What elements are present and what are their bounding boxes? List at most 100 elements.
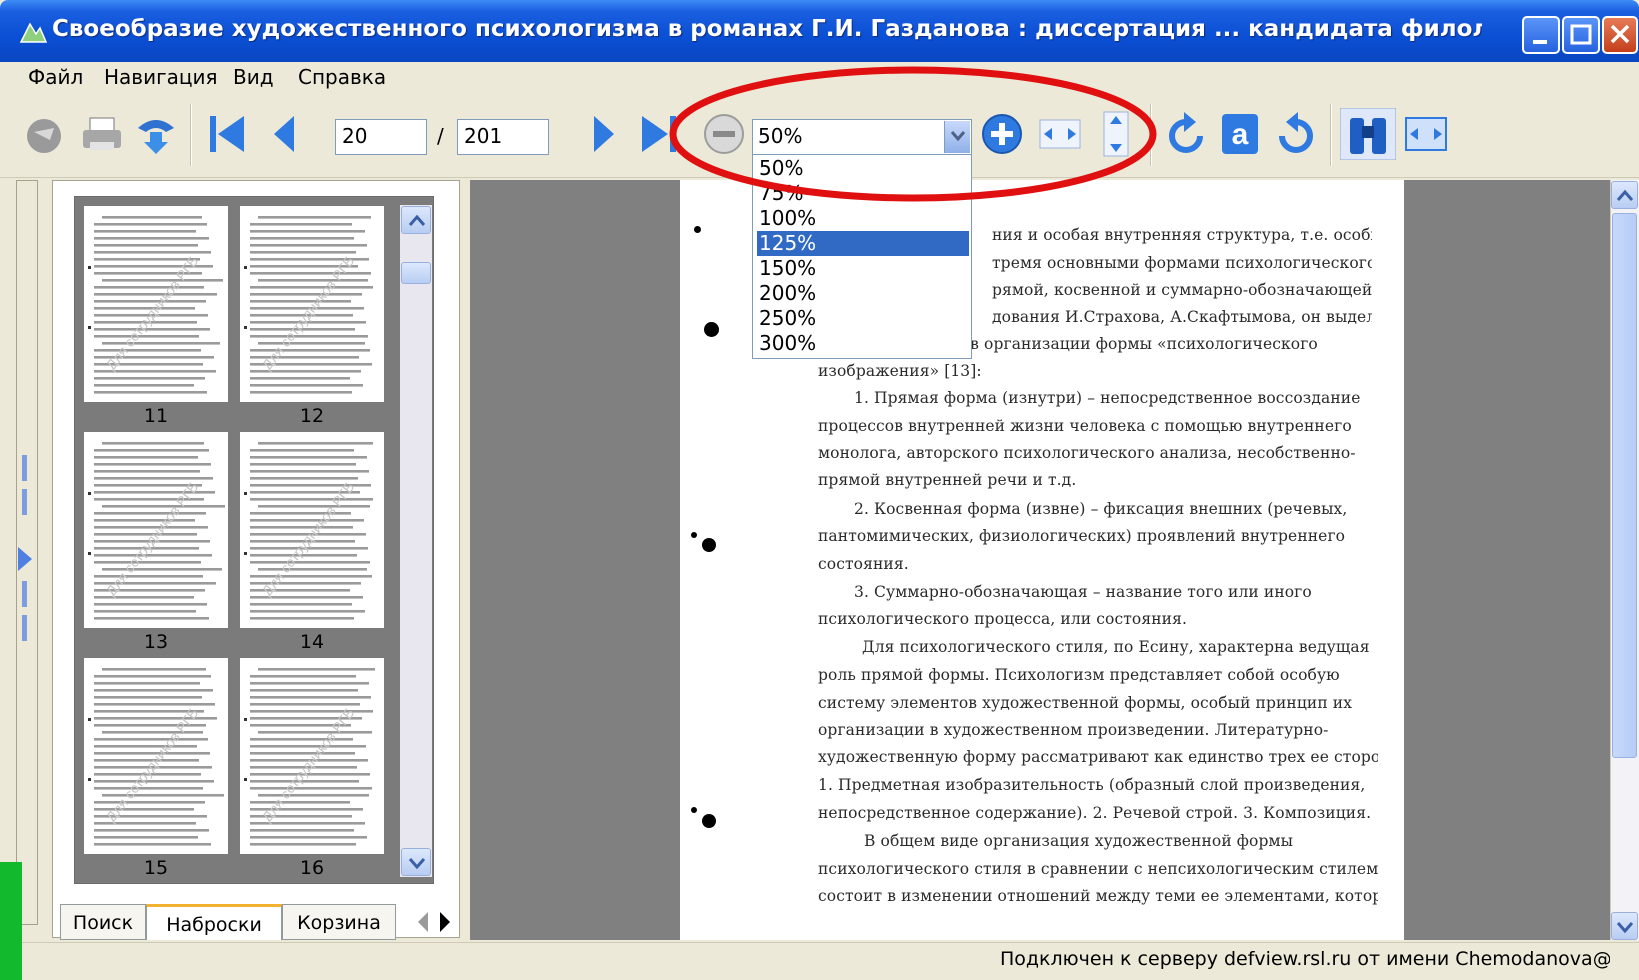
document-text-line: систему элементов художественной формы, … bbox=[818, 694, 1353, 712]
zoom-option[interactable]: 250% bbox=[757, 306, 969, 331]
close-icon bbox=[1610, 24, 1630, 44]
tab-sketches[interactable]: Наброски bbox=[146, 904, 282, 940]
page-thumbnail[interactable]: Для сотрудников РГБ bbox=[240, 432, 384, 628]
document-text-line: прямой внутренней речи и т.д. bbox=[818, 471, 1077, 489]
thumbnail-page-image: Для сотрудников РГБ bbox=[88, 216, 223, 394]
text-mode-icon[interactable]: a bbox=[1216, 110, 1264, 158]
toolbar-separator bbox=[190, 104, 192, 166]
thumbnail-page-number: 14 bbox=[299, 631, 325, 653]
document-text-line: 1. Предметная изобразительность (образны… bbox=[818, 776, 1366, 794]
toolbar-separator bbox=[1330, 104, 1332, 166]
zoom-option[interactable]: 150% bbox=[757, 256, 969, 281]
two-page-icon[interactable] bbox=[1402, 110, 1450, 158]
rail-marks bbox=[18, 455, 32, 641]
window-title: Своеобразие художественного психологизма… bbox=[52, 16, 1482, 42]
bullet-dot bbox=[704, 322, 719, 337]
thumbnail-page-image: Для сотрудников РГБ bbox=[88, 442, 225, 620]
maximize-button[interactable] bbox=[1562, 16, 1600, 54]
total-pages-field: 201 bbox=[457, 119, 549, 155]
document-text-line: монолога, авторского психологического ан… bbox=[818, 444, 1356, 462]
zoom-option[interactable]: 200% bbox=[757, 281, 969, 306]
page-thumbnail[interactable]: Для сотрудников РГБ bbox=[240, 206, 384, 402]
minimize-button[interactable] bbox=[1522, 16, 1560, 54]
svg-text:Для сотрудников РГБ: Для сотрудников РГБ bbox=[103, 253, 202, 373]
bullet-dot bbox=[691, 807, 697, 813]
svg-text:Для сотрудников РГБ: Для сотрудников РГБ bbox=[103, 705, 202, 825]
menu-view[interactable]: Вид bbox=[233, 62, 274, 92]
document-text-line: 1. Прямая форма (изнутри) – непосредстве… bbox=[854, 389, 1361, 407]
thumbnail-scroll-thumb[interactable] bbox=[401, 262, 431, 284]
rotate-left-icon[interactable] bbox=[1162, 110, 1210, 158]
print-icon[interactable] bbox=[78, 110, 126, 158]
tab-cart[interactable]: Корзина bbox=[282, 904, 396, 940]
chevron-up-icon bbox=[1616, 189, 1634, 201]
previous-page-icon[interactable] bbox=[262, 110, 310, 158]
tab-scroll-arrows[interactable] bbox=[410, 908, 458, 936]
rotate-right-icon[interactable] bbox=[1272, 110, 1320, 158]
thumbnail-page-image: Для сотрудников РГБ bbox=[88, 668, 224, 846]
thumbnail-page-number: 15 bbox=[143, 857, 169, 879]
thumbnail-page-image: Для сотрудников РГБ bbox=[244, 668, 375, 846]
thumbnail-scrollbar[interactable] bbox=[400, 205, 432, 877]
menu-help[interactable]: Справка bbox=[298, 62, 386, 92]
highlight-ellipse bbox=[669, 66, 1157, 202]
close-button[interactable] bbox=[1602, 16, 1638, 54]
doc-scroll-up-button[interactable] bbox=[1611, 181, 1638, 209]
thumbnail-page-number: 12 bbox=[299, 405, 325, 427]
document-text-line: Для психологического стиля, по Есину, ха… bbox=[862, 638, 1370, 656]
document-text-line: состоит в изменении отношений между теми… bbox=[818, 887, 1378, 905]
download-icon[interactable] bbox=[132, 110, 180, 158]
maximize-icon bbox=[1570, 24, 1592, 45]
document-scroll-thumb[interactable] bbox=[1612, 213, 1637, 758]
bullet-dot bbox=[702, 538, 716, 552]
svg-text:Для сотрудников РГБ: Для сотрудников РГБ bbox=[259, 479, 358, 599]
scroll-down-button[interactable] bbox=[401, 848, 431, 876]
document-text-line: дования И.Страхова, А.Скафтымова, он выд… bbox=[992, 308, 1372, 326]
svg-text:Для сотрудников РГБ: Для сотрудников РГБ bbox=[103, 479, 202, 599]
document-text-line: психологического стиля в сравнении с неп… bbox=[818, 860, 1378, 878]
doc-scroll-down-button[interactable] bbox=[1611, 912, 1638, 940]
chevron-up-icon bbox=[408, 214, 426, 226]
page-separator: / bbox=[437, 124, 444, 148]
tab-search[interactable]: Поиск bbox=[60, 904, 146, 940]
page-thumbnail[interactable]: Для сотрудников РГБ bbox=[84, 432, 228, 628]
document-text-line: психологического процесса, или состояния… bbox=[818, 610, 1188, 628]
document-text-line: роль прямой формы. Психологизм представл… bbox=[818, 666, 1340, 684]
document-text-line: непосредственное содержание). 2. Речевой… bbox=[818, 804, 1372, 822]
document-text-line: состояния. bbox=[818, 555, 909, 573]
minimize-icon bbox=[1533, 40, 1547, 44]
document-text-line: ния и особая внутренняя структура, т.е. … bbox=[992, 226, 1372, 244]
menu-file[interactable]: Файл bbox=[28, 62, 83, 92]
bullet-dot bbox=[694, 226, 701, 233]
chevron-down-icon bbox=[408, 858, 426, 870]
current-page-input[interactable]: 20 bbox=[335, 119, 427, 155]
status-text: Подключен к серверу defview.rsl.ru от им… bbox=[1000, 948, 1610, 970]
open-icon[interactable] bbox=[20, 110, 68, 158]
document-text-line: 3. Суммарно-обозначающая – название того… bbox=[854, 583, 1312, 601]
thumbnail-page-number: 11 bbox=[143, 405, 169, 427]
zoom-option[interactable]: 125% bbox=[757, 231, 969, 256]
document-text-line: художественную форму рассматривают как е… bbox=[818, 748, 1378, 766]
thumbnail-page-image: Для сотрудников РГБ bbox=[244, 442, 373, 620]
next-page-icon[interactable] bbox=[578, 110, 626, 158]
scroll-up-button[interactable] bbox=[401, 206, 431, 234]
document-text-line: 2. Косвенная форма (извне) – фиксация вн… bbox=[854, 500, 1348, 518]
zoom-option[interactable]: 300% bbox=[757, 331, 969, 356]
thumbnail-page-image: Для сотрудников РГБ bbox=[244, 216, 373, 394]
page-thumbnail[interactable]: Для сотрудников РГБ bbox=[240, 658, 384, 854]
zoom-option[interactable]: 100% bbox=[757, 206, 969, 231]
document-text-line: рямой, косвенной и суммарно-обозначающей… bbox=[992, 281, 1372, 299]
document-text-line: пантомимических, физиологических) проявл… bbox=[818, 527, 1346, 545]
app-icon bbox=[19, 22, 48, 43]
menu-navigation[interactable]: Навигация bbox=[104, 62, 218, 92]
green-marker bbox=[0, 862, 22, 980]
svg-text:a: a bbox=[1232, 118, 1249, 151]
binoculars-icon[interactable] bbox=[1340, 108, 1396, 160]
document-text-line: процессов внутренней жизни человека с по… bbox=[818, 417, 1352, 435]
first-page-icon[interactable] bbox=[204, 110, 252, 158]
document-text-line: тремя основными формами психологического bbox=[992, 254, 1372, 272]
page-thumbnail[interactable]: Для сотрудников РГБ bbox=[84, 658, 228, 854]
document-text-line: изображения» [13]: bbox=[818, 362, 982, 380]
thumbnail-page-number: 16 bbox=[299, 857, 325, 879]
page-thumbnail[interactable]: Для сотрудников РГБ bbox=[84, 206, 228, 402]
